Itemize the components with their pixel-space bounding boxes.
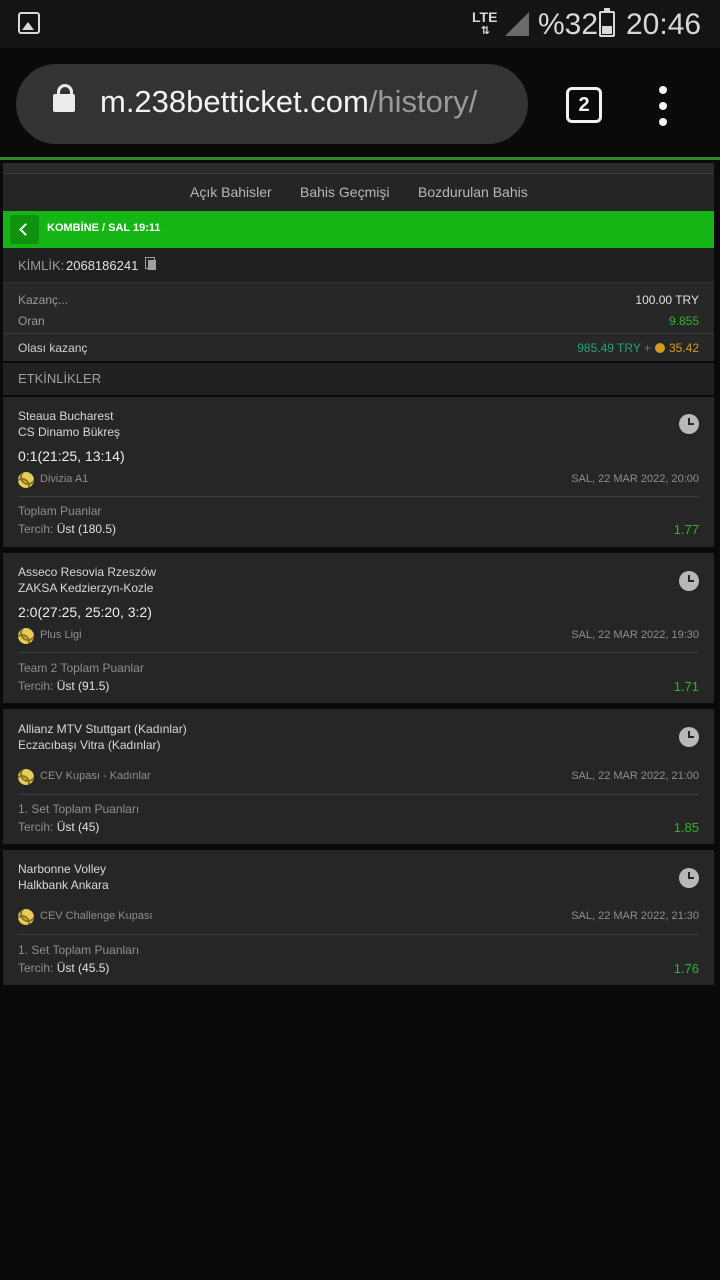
clock-icon bbox=[679, 414, 699, 434]
pick-value: Üst (91.5) bbox=[56, 679, 110, 693]
divider bbox=[18, 496, 699, 497]
stake-label: Kazanç... bbox=[18, 293, 69, 307]
volleyball-icon bbox=[18, 472, 34, 488]
team-home: Narbonne Volley bbox=[18, 862, 107, 876]
ticket-id-row: KİMLİK: 2068186241 bbox=[3, 248, 714, 283]
odds-label: Oran bbox=[18, 314, 45, 328]
pick-label: Tercih: bbox=[18, 522, 54, 536]
market-name: Toplam Puanlar bbox=[18, 504, 102, 518]
pick: Tercih: Üst (45) bbox=[18, 820, 99, 834]
events-title: ETKİNLİKLER bbox=[18, 371, 102, 386]
image-icon bbox=[18, 12, 40, 34]
top-strip bbox=[3, 163, 714, 173]
team-away: Halkbank Ankara bbox=[18, 878, 109, 892]
bonus-value: 35.42 bbox=[668, 341, 699, 355]
potential-label: Olası kazanç bbox=[18, 341, 88, 355]
team-away: CS Dinamo Bükreş bbox=[18, 425, 121, 439]
clock-icon bbox=[679, 868, 699, 888]
pick: Tercih: Üst (91.5) bbox=[18, 679, 109, 693]
team-home: Allianz MTV Stuttgart (Kadınlar) bbox=[18, 722, 187, 736]
divider bbox=[18, 652, 699, 653]
lock-icon[interactable] bbox=[53, 84, 75, 112]
pick-value: Üst (45.5) bbox=[56, 961, 110, 975]
league-name: CEV Challenge Kupası bbox=[40, 910, 153, 922]
stake-value: 100.00 TRY bbox=[635, 293, 699, 307]
events-header: ETKİNLİKLER bbox=[3, 363, 714, 395]
tab-open-bets[interactable]: Açık Bahisler bbox=[190, 184, 272, 200]
pick: Tercih: Üst (180.5) bbox=[18, 522, 116, 536]
clock-icon bbox=[679, 571, 699, 591]
browser-toolbar: m.238betticket.com/history/ 2 bbox=[0, 48, 720, 160]
ticket-id-value: 2068186241 bbox=[66, 258, 139, 273]
clock-icon bbox=[679, 727, 699, 747]
team-away: ZAKSA Kedzierzyn-Kozle bbox=[18, 581, 154, 595]
league-name: CEV Kupası - Kadınlar bbox=[40, 770, 151, 782]
bet-tabs: Açık Bahisler Bahis Geçmişi Bozdurulan B… bbox=[3, 173, 714, 211]
event-card: Asseco Resovia Rzeszów ZAKSA Kedzierzyn-… bbox=[3, 553, 714, 703]
tab-bet-history[interactable]: Bahis Geçmişi bbox=[300, 184, 389, 200]
pick-label: Tercih: bbox=[18, 820, 54, 834]
event-date: SAL, 22 MAR 2022, 21:00 bbox=[571, 770, 699, 782]
pick: Tercih: Üst (45.5) bbox=[18, 961, 109, 975]
signal-icon bbox=[505, 12, 529, 36]
market-name: 1. Set Toplam Puanları bbox=[18, 943, 140, 957]
pick-label: Tercih: bbox=[18, 961, 54, 975]
league-name: Plus Ligi bbox=[40, 629, 82, 641]
coin-icon bbox=[654, 343, 665, 353]
odds-value: 9.855 bbox=[668, 314, 699, 328]
event-odd: 1.85 bbox=[673, 820, 699, 835]
data-arrows-icon: ⇅ bbox=[480, 25, 490, 37]
network-indicator: LTE ⇅ bbox=[472, 9, 498, 37]
potential-value: 985.49 TRY + bbox=[577, 341, 651, 355]
market-name: 1. Set Toplam Puanları bbox=[18, 802, 140, 816]
status-bar: LTE ⇅ %32 20:46 bbox=[0, 0, 720, 48]
event-card: Allianz MTV Stuttgart (Kadınlar) Eczacıb… bbox=[3, 709, 714, 844]
url-host: m.238betticket.com bbox=[100, 84, 369, 119]
pick-value: Üst (45) bbox=[56, 820, 100, 834]
volleyball-icon bbox=[18, 628, 34, 644]
event-date: SAL, 22 MAR 2022, 21:30 bbox=[571, 910, 699, 922]
volleyball-icon bbox=[18, 909, 34, 925]
pick-label: Tercih: bbox=[18, 679, 54, 693]
event-score: 0:1(21:25, 13:14) bbox=[18, 448, 125, 464]
ticket-title: KOMBİNE / SAL 19:11 bbox=[47, 222, 161, 234]
tab-cashed-out[interactable]: Bozdurulan Bahis bbox=[418, 184, 528, 200]
event-odd: 1.76 bbox=[673, 961, 699, 976]
chevron-left-icon[interactable] bbox=[10, 215, 39, 244]
event-date: SAL, 22 MAR 2022, 19:30 bbox=[571, 629, 699, 641]
divider bbox=[3, 333, 714, 334]
league-name: Divizia A1 bbox=[40, 473, 89, 485]
event-odd: 1.71 bbox=[673, 679, 699, 694]
ticket-summary: Kazanç... 100.00 TRY Oran 9.855 Olası ka… bbox=[3, 283, 714, 361]
page-content: Açık Bahisler Bahis Geçmişi Bozdurulan B… bbox=[0, 163, 720, 1280]
team-home: Steaua Bucharest bbox=[18, 409, 114, 423]
ticket-header: KOMBİNE / SAL 19:11 bbox=[3, 211, 714, 248]
event-odd: 1.77 bbox=[673, 522, 699, 537]
divider bbox=[18, 934, 699, 935]
clock-time: 20:46 bbox=[626, 8, 702, 41]
battery-icon bbox=[599, 8, 615, 37]
copy-icon[interactable] bbox=[145, 257, 156, 270]
menu-dots-icon[interactable] bbox=[654, 86, 674, 126]
event-score: 2:0(27:25, 25:20, 3:2) bbox=[18, 604, 152, 620]
battery-percent: %32 bbox=[538, 8, 599, 41]
team-home: Asseco Resovia Rzeszów bbox=[18, 565, 157, 579]
market-name: Team 2 Toplam Puanlar bbox=[18, 661, 144, 675]
url-text[interactable]: m.238betticket.com/history/ bbox=[100, 84, 477, 120]
ticket-id-label: KİMLİK: bbox=[18, 258, 65, 273]
tabs-button[interactable]: 2 bbox=[566, 87, 602, 123]
divider bbox=[18, 794, 699, 795]
event-card: Steaua Bucharest CS Dinamo Bükreş 0:1(21… bbox=[3, 397, 714, 547]
address-bar[interactable]: m.238betticket.com/history/ bbox=[16, 64, 528, 144]
team-away: Eczacıbaşı Vitra (Kadınlar) bbox=[18, 738, 161, 752]
volleyball-icon bbox=[18, 769, 34, 785]
event-card: Narbonne Volley Halkbank Ankara CEV Chal… bbox=[3, 850, 714, 985]
pick-value: Üst (180.5) bbox=[56, 522, 117, 536]
event-date: SAL, 22 MAR 2022, 20:00 bbox=[571, 473, 699, 485]
url-path: /history/ bbox=[368, 84, 478, 119]
potential-winnings: 985.49 TRY + 35.42 bbox=[577, 341, 699, 355]
